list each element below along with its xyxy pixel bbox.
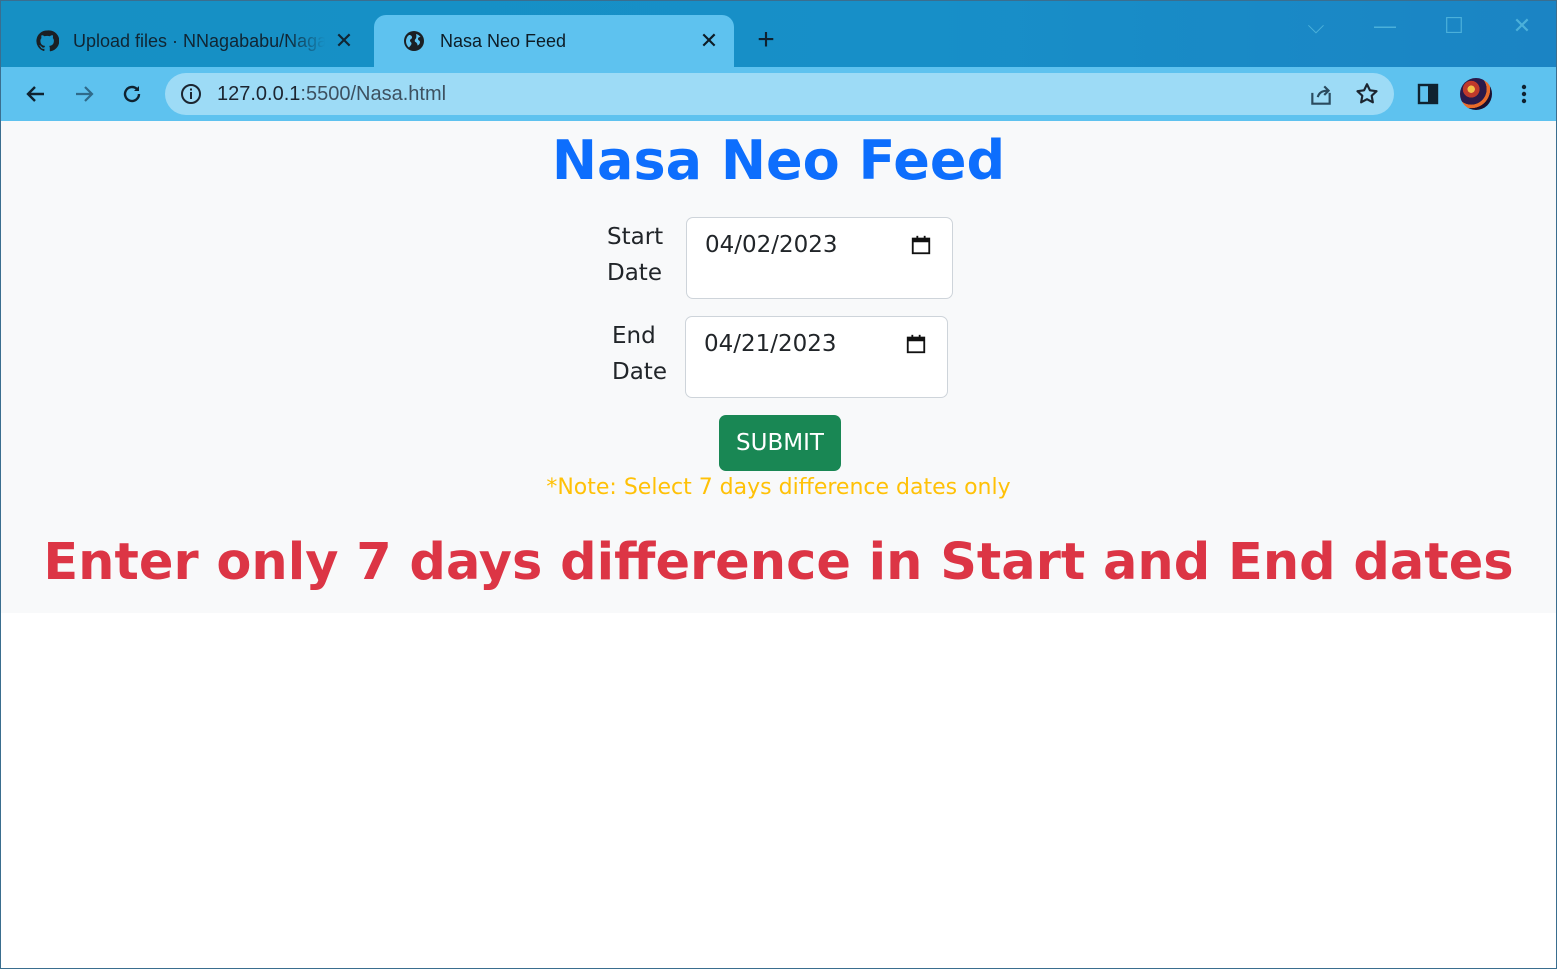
address-bar[interactable]: 127.0.0.1:5500/Nasa.html xyxy=(165,73,1394,115)
start-date-label: Start Date xyxy=(607,219,663,291)
menu-button[interactable] xyxy=(1507,77,1541,111)
title-bar: Upload files · NNagababu/NagaNNagababu ✕… xyxy=(1,1,1556,67)
browser-window: Upload files · NNagababu/NagaNNagababu ✕… xyxy=(0,0,1557,969)
url-text: 127.0.0.1:5500/Nasa.html xyxy=(217,83,446,106)
end-date-label-line1: End xyxy=(612,323,656,349)
end-date-label: End Date xyxy=(612,318,667,390)
site-info-icon[interactable] xyxy=(179,82,203,106)
avatar xyxy=(1460,78,1492,110)
back-arrow-icon xyxy=(26,86,44,102)
end-date-label-line2: Date xyxy=(612,359,667,385)
tab-nasa-neo-feed[interactable]: Nasa Neo Feed ✕ xyxy=(374,15,734,67)
minimize-icon[interactable]: — xyxy=(1370,13,1400,39)
forward-arrow-icon xyxy=(76,86,94,102)
calendar-icon[interactable] xyxy=(910,234,932,256)
reload-icon xyxy=(123,85,141,103)
browser-toolbar: 127.0.0.1:5500/Nasa.html xyxy=(1,67,1556,121)
url-host: 127.0.0.1 xyxy=(217,83,301,105)
date-note: *Note: Select 7 days difference dates on… xyxy=(546,475,1011,500)
more-vertical-icon xyxy=(1521,84,1527,104)
url-path: :5500/Nasa.html xyxy=(300,83,447,105)
page-title: Nasa Neo Feed xyxy=(551,129,1006,192)
tab-title: Upload files · NNagababu/NagaNNagababu xyxy=(73,30,325,51)
tab-upload-files[interactable]: Upload files · NNagababu/NagaNNagababu ✕ xyxy=(7,15,369,67)
tab-search-icon[interactable]: ⌵ xyxy=(1301,13,1331,39)
page-content: Nasa Neo Feed Start Date 04/02/2023 End … xyxy=(1,121,1556,968)
submit-button[interactable]: SUBMIT xyxy=(719,415,841,471)
end-date-value: 04/21/2023 xyxy=(704,331,837,357)
calendar-icon[interactable] xyxy=(905,333,927,355)
side-panel-icon xyxy=(1417,83,1439,105)
forward-button[interactable] xyxy=(67,77,101,111)
close-window-icon[interactable]: ✕ xyxy=(1507,13,1537,39)
close-tab-icon[interactable]: ✕ xyxy=(333,30,355,52)
side-panel-button[interactable] xyxy=(1411,77,1445,111)
close-tab-icon[interactable]: ✕ xyxy=(698,30,720,52)
end-date-input[interactable]: 04/21/2023 xyxy=(685,316,948,398)
tab-title: Nasa Neo Feed xyxy=(440,30,567,51)
new-tab-button[interactable]: + xyxy=(750,25,782,57)
github-icon xyxy=(36,30,59,52)
error-message: Enter only 7 days difference in Start an… xyxy=(43,533,1514,592)
maximize-icon[interactable]: ☐ xyxy=(1439,13,1469,39)
start-date-label-line1: Start xyxy=(607,224,664,250)
globe-icon xyxy=(404,31,424,51)
start-date-value: 04/02/2023 xyxy=(705,232,838,258)
profile-button[interactable] xyxy=(1459,77,1493,111)
start-date-input[interactable]: 04/02/2023 xyxy=(686,217,953,299)
start-date-label-line2: Date xyxy=(607,260,662,286)
back-button[interactable] xyxy=(19,77,53,111)
form-section: Nasa Neo Feed Start Date 04/02/2023 End … xyxy=(1,121,1556,613)
share-icon[interactable] xyxy=(1308,82,1334,108)
bookmark-star-icon[interactable] xyxy=(1354,81,1380,107)
reload-button[interactable] xyxy=(115,77,149,111)
